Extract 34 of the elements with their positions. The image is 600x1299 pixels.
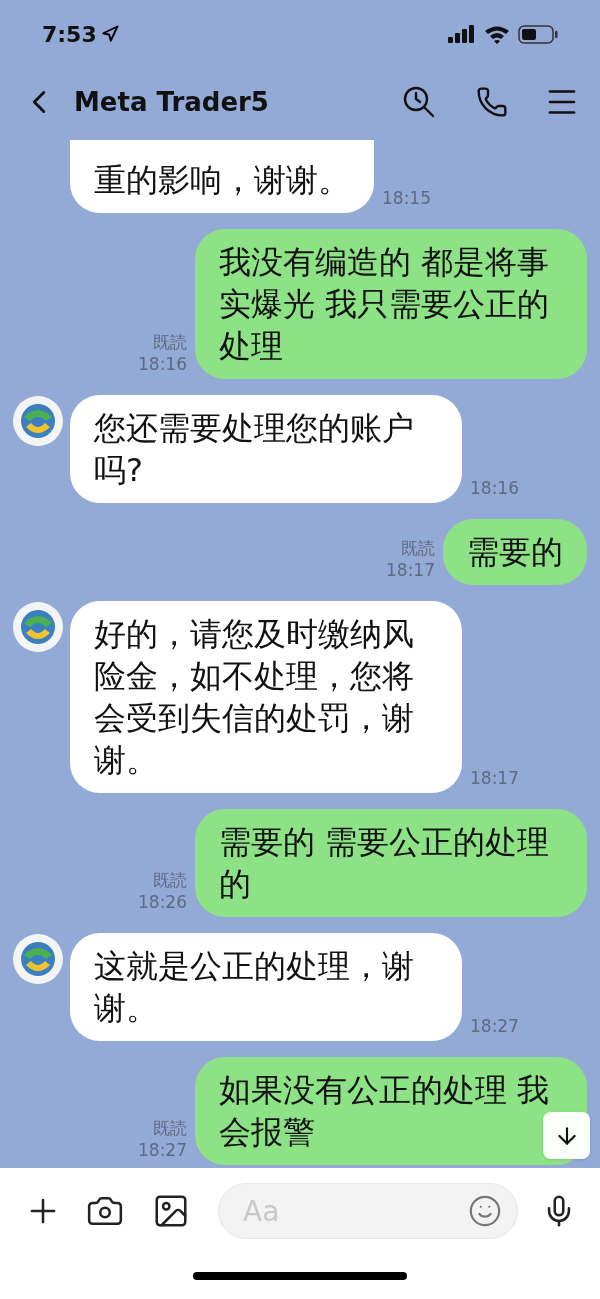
message-bubble: 我没有编造的 都是将事实爆光 我只需要公正的处理 (195, 229, 587, 379)
message-bubble: 这就是公正的处理，谢谢。 (70, 933, 462, 1041)
message-bubble: 重的影响，谢谢。 (70, 140, 374, 213)
phone-icon[interactable] (476, 86, 508, 118)
avatar-icon[interactable] (12, 933, 64, 985)
message-time: 18:16 (470, 477, 519, 499)
emoji-icon[interactable] (468, 1194, 502, 1228)
battery-icon (518, 24, 558, 44)
avatar-icon[interactable] (12, 395, 64, 447)
message-time: 18:16 (138, 353, 187, 375)
message-time: 18:17 (470, 767, 519, 789)
avatar-icon[interactable] (12, 601, 64, 653)
status-time: 7:53 (42, 20, 97, 49)
image-icon[interactable] (152, 1192, 190, 1230)
message-time: 18:17 (386, 559, 435, 581)
message-bubble: 如果没有公正的处理 我会报警 (195, 1057, 587, 1165)
chat-title: Meta Trader5 (74, 85, 269, 119)
scroll-down-button[interactable] (543, 1112, 590, 1159)
read-label: 既読 (153, 869, 187, 891)
message-time: 18:15 (382, 187, 431, 209)
location-icon (100, 25, 119, 43)
message-bubble: 好的，请您及时缴纳风险金，如不处理，您将会受到失信的处罚，谢谢。 (70, 601, 462, 793)
read-label: 既読 (153, 331, 187, 353)
message-time: 18:26 (138, 891, 187, 913)
read-label: 既読 (401, 537, 435, 559)
read-label: 既読 (153, 1117, 187, 1139)
wifi-icon (484, 24, 510, 44)
signal-icon (448, 25, 476, 43)
message-bubble: 您还需要处理您的账户吗? (70, 395, 462, 503)
message-bubble: 需要的 (443, 519, 587, 585)
search-icon[interactable] (402, 85, 436, 119)
message-bubble: 需要的 需要公正的处理的 (195, 809, 587, 917)
message-time: 18:27 (470, 1015, 519, 1037)
message-time: 18:27 (138, 1139, 187, 1161)
